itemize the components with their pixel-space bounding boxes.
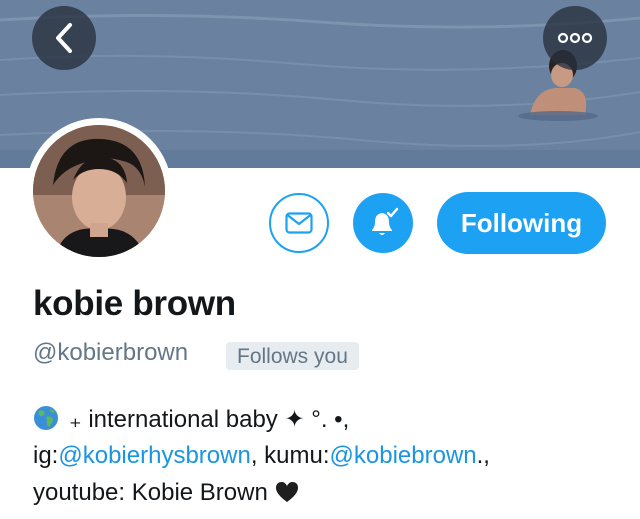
profile-name: kobie brown	[33, 284, 236, 323]
black-heart-icon	[274, 480, 300, 511]
notifications-button[interactable]	[353, 193, 413, 253]
kumu-link[interactable]: @kobiebrown	[330, 442, 477, 469]
avatar[interactable]	[33, 125, 165, 257]
avatar-frame[interactable]	[26, 118, 172, 264]
bio-text-line-1: ₊ international baby ✦ °. •,	[69, 406, 350, 433]
envelope-icon	[285, 212, 313, 234]
more-dots-icon	[557, 32, 593, 44]
follows-you-badge: Follows you	[226, 342, 359, 370]
bio-kumu-prefix: , kumu:	[250, 442, 330, 469]
bio-kumu-suffix: .,	[476, 442, 490, 469]
bio-line-1: ₊ international baby ✦ °. •,	[33, 405, 623, 438]
avatar-photo	[33, 125, 165, 257]
bio-ig-prefix: ig:	[33, 442, 59, 469]
chevron-left-icon	[56, 23, 72, 53]
bio-line-2: ig:@kobierhysbrown, kumu:@kobiebrown.,	[33, 442, 623, 470]
instagram-link[interactable]: @kobierhysbrown	[58, 442, 250, 469]
profile-handle: @kobierbrown	[33, 339, 189, 366]
bio-youtube-text: youtube: Kobie Brown	[33, 479, 268, 506]
bell-check-icon	[372, 207, 399, 235]
more-options-button[interactable]	[543, 6, 607, 70]
back-button[interactable]	[32, 6, 96, 70]
following-button[interactable]: Following	[437, 192, 606, 254]
bio-line-3: youtube: Kobie Brown	[33, 479, 623, 511]
message-button[interactable]	[269, 193, 329, 253]
globe-emoji-icon	[33, 405, 59, 438]
